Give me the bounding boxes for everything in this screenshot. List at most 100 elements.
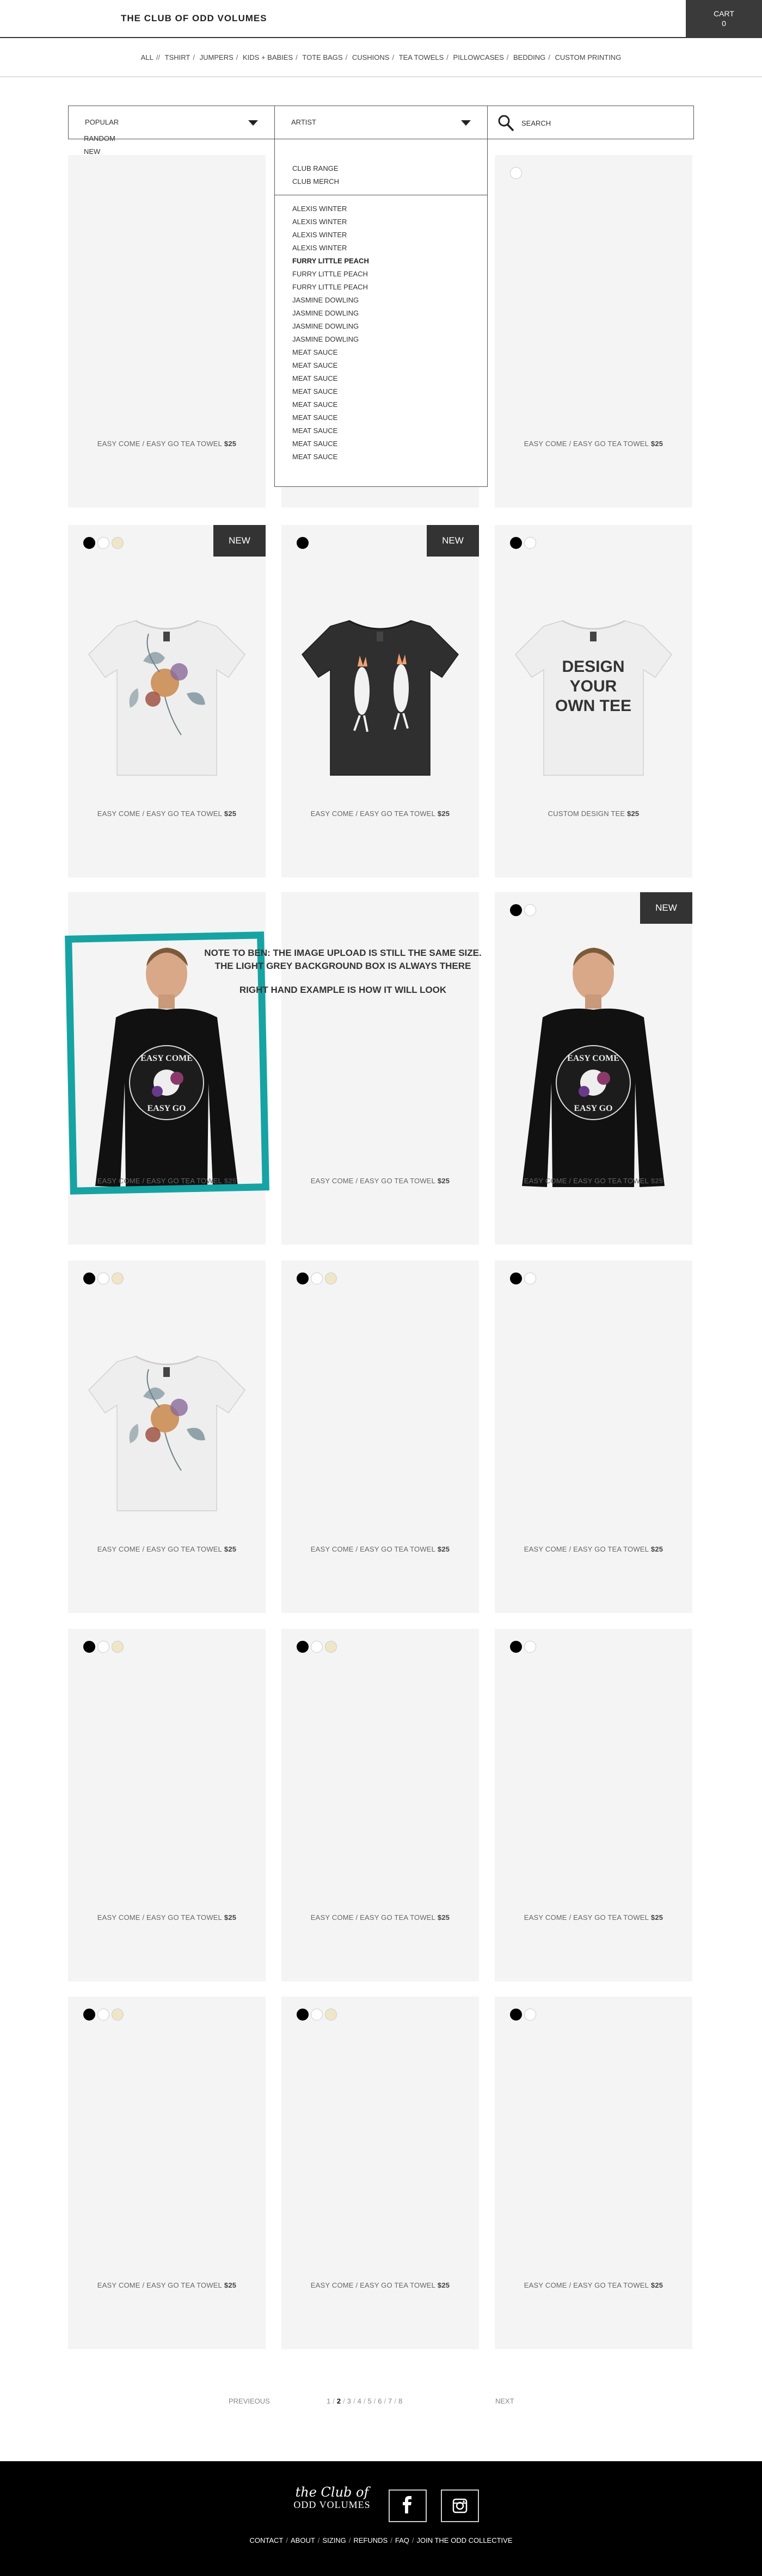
product-label[interactable]: CUSTOM DESIGN TEE $25 — [495, 810, 692, 818]
artist-option[interactable]: MEAT SAUCE — [292, 372, 369, 385]
product-label[interactable]: EASY COME / EASY GO TEA TOWEL $25 — [495, 1545, 692, 1553]
color-swatch-white[interactable] — [510, 167, 522, 179]
footer-link[interactable]: REFUNDS — [353, 2536, 388, 2544]
nav-item-jumpers[interactable]: JUMPERS — [200, 53, 233, 61]
color-swatch-black[interactable] — [297, 1272, 309, 1284]
product-card[interactable]: NEW EASY COME EASY GO EASY COME / EASY G… — [495, 892, 692, 1245]
artist-option[interactable]: MEAT SAUCE — [292, 411, 369, 424]
color-swatch-black[interactable] — [510, 1641, 522, 1653]
artist-option[interactable]: MEAT SAUCE — [292, 385, 369, 398]
page-link[interactable]: 4 — [358, 2397, 361, 2405]
product-card[interactable]: EASY COME / EASY GO TEA TOWEL $25 — [68, 1997, 266, 2349]
footer-link[interactable]: FAQ — [395, 2536, 409, 2544]
color-swatch-black[interactable] — [83, 1272, 95, 1284]
page-link[interactable]: 1 — [327, 2397, 330, 2405]
color-swatch-black[interactable] — [510, 1272, 522, 1284]
facebook-link[interactable] — [389, 2489, 427, 2522]
color-swatch-black[interactable] — [510, 2009, 522, 2021]
color-swatch-white[interactable] — [311, 1641, 323, 1653]
color-swatch-black[interactable] — [83, 2009, 95, 2021]
site-logo[interactable]: THE CLUB OF ODD VOLUMES — [121, 13, 267, 24]
cart-button[interactable]: CART 0 — [686, 0, 762, 38]
product-card[interactable]: EASY COME / EASY GO TEA TOWEL $25 — [68, 1261, 266, 1613]
artist-option[interactable]: FURRY LITTLE PEACH — [292, 255, 369, 268]
page-link[interactable]: 2 — [337, 2397, 341, 2405]
artist-option[interactable]: FURRY LITTLE PEACH — [292, 268, 369, 281]
product-label[interactable]: EASY COME / EASY GO TEA TOWEL $25 — [68, 2281, 266, 2289]
footer-logo[interactable]: the Club of ODD VOLUMES — [283, 2485, 381, 2510]
artist-option[interactable]: MEAT SAUCE — [292, 437, 369, 450]
product-card[interactable]: EASY COME / EASY GO TEA TOWEL $25 — [68, 1629, 266, 1981]
artist-option[interactable]: MEAT SAUCE — [292, 398, 369, 411]
next-page-link[interactable]: NEXT — [495, 2397, 514, 2405]
sort-option-new[interactable]: NEW — [84, 145, 115, 158]
color-swatch-black[interactable] — [297, 537, 309, 549]
range-option[interactable]: CLUB RANGE — [292, 162, 339, 175]
color-swatch-white[interactable] — [311, 2009, 323, 2021]
color-swatch-white[interactable] — [97, 537, 109, 549]
color-swatch-white[interactable] — [311, 1272, 323, 1284]
nav-item-cushions[interactable]: CUSHIONS — [352, 53, 390, 61]
artist-option[interactable]: JASMINE DOWLING — [292, 320, 369, 333]
product-label[interactable]: EASY COME / EASY GO TEA TOWEL $25 — [68, 440, 266, 448]
nav-item-custom-printing[interactable]: CUSTOM PRINTING — [555, 53, 621, 61]
instagram-link[interactable] — [441, 2489, 479, 2522]
artist-option[interactable]: MEAT SAUCE — [292, 346, 369, 359]
nav-item-kids-babies[interactable]: KIDS + BABIES — [243, 53, 293, 61]
artist-option[interactable]: FURRY LITTLE PEACH — [292, 281, 369, 294]
color-swatch-white[interactable] — [524, 1641, 536, 1653]
page-link[interactable]: 5 — [367, 2397, 371, 2405]
artist-option[interactable]: ALEXIS WINTER — [292, 242, 369, 255]
artist-option[interactable]: JASMINE DOWLING — [292, 307, 369, 320]
color-swatch-black[interactable] — [83, 1641, 95, 1653]
color-swatch-black[interactable] — [297, 1641, 309, 1653]
color-swatch-white[interactable] — [524, 904, 536, 916]
product-card[interactable]: EASY COME / EASY GO TEA TOWEL $25 — [281, 1629, 479, 1981]
product-label[interactable]: EASY COME / EASY GO TEA TOWEL $25 — [68, 1913, 266, 1922]
nav-item-bedding[interactable]: BEDDING — [513, 53, 545, 61]
product-card[interactable]: NEW EASY COME / EASY GO TEA TOWEL $25 — [281, 525, 479, 878]
artist-option[interactable]: MEAT SAUCE — [292, 450, 369, 464]
page-link[interactable]: 6 — [378, 2397, 382, 2405]
nav-item-pillowcases[interactable]: PILLOWCASES — [453, 53, 504, 61]
artist-option[interactable]: JASMINE DOWLING — [292, 333, 369, 346]
product-card[interactable]: EASY COME / EASY GO TEA TOWEL $25 — [495, 1261, 692, 1613]
product-label[interactable]: EASY COME / EASY GO TEA TOWEL $25 — [281, 1177, 479, 1185]
footer-link[interactable]: ABOUT — [291, 2536, 315, 2544]
color-swatch-cream[interactable] — [112, 537, 124, 549]
artist-option[interactable]: MEAT SAUCE — [292, 424, 369, 437]
product-label[interactable]: EASY COME / EASY GO TEA TOWEL $25 — [281, 1545, 479, 1553]
product-label[interactable]: EASY COME / EASY GO TEA TOWEL $25 — [68, 1545, 266, 1553]
product-card[interactable]: EASY COME / EASY GO TEA TOWEL $25 — [495, 1629, 692, 1981]
product-image[interactable]: DESIGN YOUR OWN TEE — [510, 590, 677, 786]
color-swatch-white[interactable] — [97, 1641, 109, 1653]
product-label[interactable]: EASY COME / EASY GO TEA TOWEL $25 — [281, 2281, 479, 2289]
product-label[interactable]: EASY COME / EASY GO TEA TOWEL $25 — [495, 440, 692, 448]
product-label[interactable]: EASY COME / EASY GO TEA TOWEL $25 — [68, 810, 266, 818]
nav-item-all[interactable]: ALL — [141, 53, 153, 61]
search-icon[interactable] — [497, 114, 514, 132]
color-swatch-cream[interactable] — [112, 1641, 124, 1653]
color-swatch-black[interactable] — [510, 537, 522, 549]
color-swatch-cream[interactable] — [325, 2009, 337, 2021]
product-image[interactable] — [297, 590, 464, 786]
footer-link[interactable]: JOIN THE ODD COLLECTIVE — [416, 2536, 512, 2544]
color-swatch-black[interactable] — [83, 537, 95, 549]
product-card[interactable]: NEW EASY COME / EASY GO TEA TOWEL $25 — [68, 525, 266, 878]
previous-page-link[interactable]: PREVIEOUS — [229, 2397, 270, 2405]
artist-option[interactable]: ALEXIS WINTER — [292, 228, 369, 242]
footer-link[interactable]: SIZING — [322, 2536, 346, 2544]
artist-option[interactable]: ALEXIS WINTER — [292, 202, 369, 215]
artist-dropdown[interactable]: ARTIST — [274, 106, 488, 139]
color-swatch-white[interactable] — [524, 1272, 536, 1284]
product-card[interactable]: EASY COME / EASY GO TEA TOWEL $25 — [68, 155, 266, 508]
page-link[interactable]: 3 — [347, 2397, 351, 2405]
product-label[interactable]: EASY COME / EASY GO TEA TOWEL $25 — [281, 810, 479, 818]
artist-option[interactable]: ALEXIS WINTER — [292, 215, 369, 228]
product-image[interactable]: EASY COME EASY GO — [510, 936, 677, 1197]
artist-option[interactable]: JASMINE DOWLING — [292, 294, 369, 307]
product-label[interactable]: EASY COME / EASY GO TEA TOWEL $25 — [495, 2281, 692, 2289]
nav-item-tshirt[interactable]: TSHIRT — [165, 53, 190, 61]
artist-option[interactable]: MEAT SAUCE — [292, 359, 369, 372]
product-image[interactable] — [83, 590, 250, 786]
